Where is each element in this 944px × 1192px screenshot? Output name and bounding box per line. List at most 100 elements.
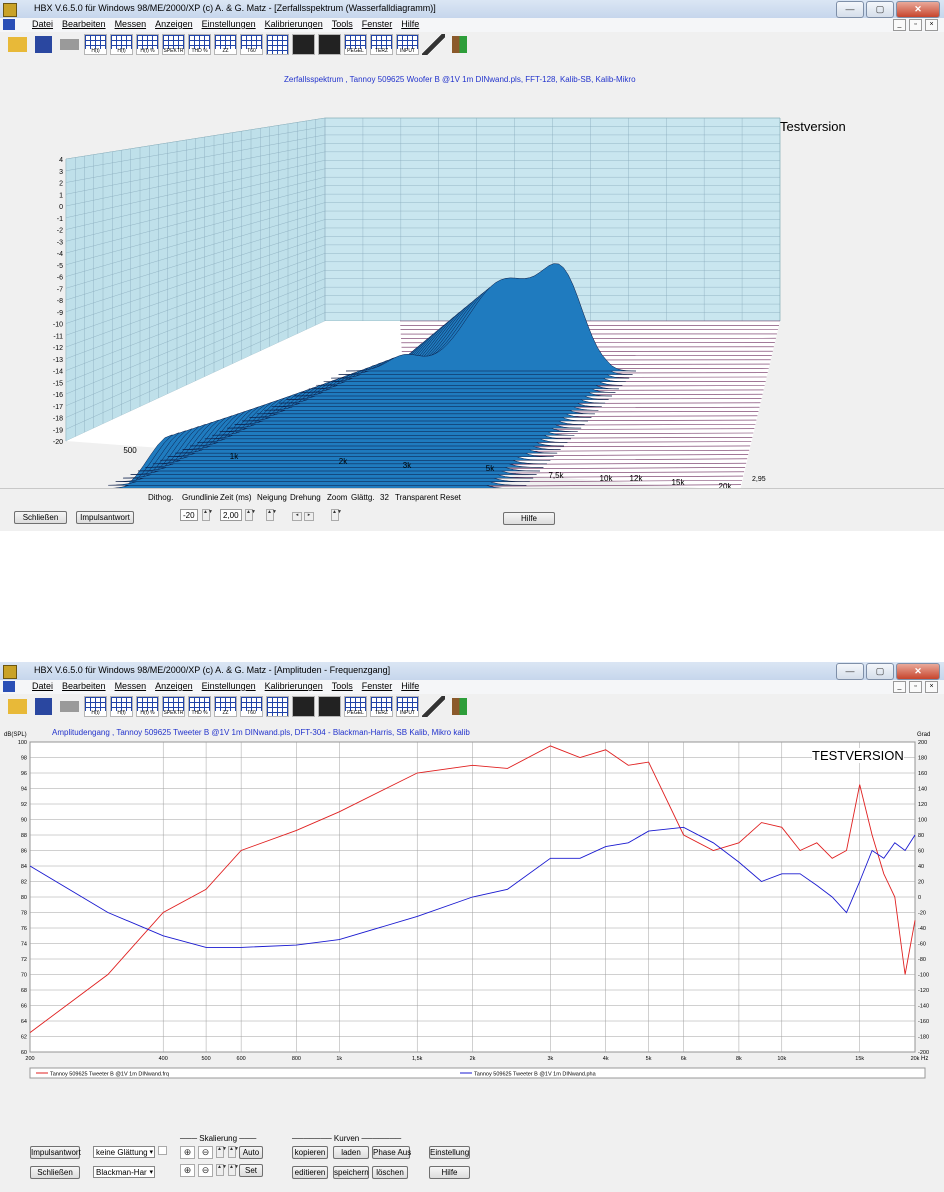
- rotate-right-button[interactable]: ▸: [304, 512, 314, 521]
- menu-tools[interactable]: Tools: [332, 19, 353, 29]
- window-select[interactable]: Blackman-Har ▾: [93, 1166, 155, 1178]
- t60-button[interactable]: T60: [240, 695, 263, 717]
- help-button[interactable]: Hilfe: [429, 1166, 470, 1179]
- load-button[interactable]: laden: [333, 1146, 369, 1159]
- rotate-left-button[interactable]: ◂: [292, 512, 302, 521]
- save-button[interactable]: [32, 34, 55, 55]
- tilt-spinner[interactable]: ▲▼: [266, 509, 277, 521]
- phase-off-button[interactable]: Phase Aus: [372, 1146, 411, 1159]
- scale-down-button[interactable]: ▲▼: [216, 1164, 227, 1176]
- zoom-spinner[interactable]: ▲▼: [331, 509, 342, 521]
- mdi-minimize-button[interactable]: _: [893, 19, 906, 31]
- impulse-response-button[interactable]: Impulsantwort: [76, 511, 134, 524]
- input-button[interactable]: INPUT: [396, 33, 419, 55]
- delete-button[interactable]: löschen: [372, 1166, 408, 1179]
- spectrum-button[interactable]: SPEKTR: [162, 695, 185, 717]
- open-folder-button[interactable]: [6, 34, 29, 55]
- baseline-spinner[interactable]: ▲▼: [202, 509, 213, 521]
- microphone-button[interactable]: [422, 695, 445, 717]
- maximize-button[interactable]: ▢: [866, 1, 894, 18]
- menu-fenster[interactable]: Fenster: [362, 681, 393, 691]
- print-button[interactable]: [58, 34, 81, 55]
- scale-shift-button[interactable]: ▲▼: [228, 1146, 239, 1158]
- zoom-out-button-2[interactable]: ⊖: [198, 1164, 213, 1177]
- thd-button[interactable]: H(f) %: [136, 33, 159, 55]
- maximize-button[interactable]: ▢: [866, 663, 894, 680]
- frequency-button[interactable]: H(f): [110, 695, 133, 717]
- auto-button[interactable]: Auto: [239, 1146, 263, 1159]
- close-button[interactable]: Schließen: [30, 1166, 80, 1179]
- menu-datei[interactable]: Datei: [32, 19, 53, 29]
- menu-datei[interactable]: Datei: [32, 681, 53, 691]
- thd-percent-button[interactable]: THD %: [188, 695, 211, 717]
- mdi-restore-button[interactable]: ▫: [909, 681, 922, 693]
- t60-button[interactable]: T60: [240, 33, 263, 55]
- thd-percent-button[interactable]: THD %: [188, 33, 211, 55]
- impulse-button[interactable]: H(t): [84, 33, 107, 55]
- menu-anzeigen[interactable]: Anzeigen: [155, 19, 193, 29]
- smoothing-checkbox[interactable]: [158, 1146, 167, 1155]
- thd-button[interactable]: H(f) %: [136, 695, 159, 717]
- polar-button[interactable]: [266, 33, 289, 55]
- polar-button[interactable]: [266, 695, 289, 717]
- menu-hilfe[interactable]: Hilfe: [401, 19, 419, 29]
- time-spinner[interactable]: ▲▼: [245, 509, 256, 521]
- menu-kalibrierungen[interactable]: Kalibrierungen: [265, 19, 323, 29]
- menu-bearbeiten[interactable]: Bearbeiten: [62, 19, 106, 29]
- mdi-close-button[interactable]: ×: [925, 19, 938, 31]
- menu-einstellungen[interactable]: Einstellungen: [202, 19, 256, 29]
- level-button[interactable]: PEGEL: [344, 33, 367, 55]
- menu-fenster[interactable]: Fenster: [362, 19, 393, 29]
- menu-anzeigen[interactable]: Anzeigen: [155, 681, 193, 691]
- settings-button[interactable]: Einstellung: [429, 1146, 470, 1159]
- menu-messen[interactable]: Messen: [115, 19, 147, 29]
- impedance-button[interactable]: ZZ: [214, 695, 237, 717]
- help-button[interactable]: Hilfe: [503, 512, 555, 525]
- scale-shift-button-2[interactable]: ▲▼: [228, 1164, 239, 1176]
- frequency-button[interactable]: H(f): [110, 33, 133, 55]
- save-button[interactable]: [32, 696, 55, 717]
- menu-tools[interactable]: Tools: [332, 681, 353, 691]
- spectrum-bars-button[interactable]: [318, 33, 341, 55]
- set-button[interactable]: Set: [239, 1164, 263, 1177]
- oscilloscope-button[interactable]: [292, 33, 315, 55]
- close-button[interactable]: Schließen: [14, 511, 67, 524]
- impedance-button[interactable]: ZZ: [214, 33, 237, 55]
- smoothing-select[interactable]: keine Glättung ▾: [93, 1146, 155, 1158]
- close-window-button[interactable]: ✕: [896, 1, 940, 18]
- third-octave-button[interactable]: TERZ: [370, 695, 393, 717]
- edit-button[interactable]: editieren: [292, 1166, 328, 1179]
- impulse-button[interactable]: H(t): [84, 695, 107, 717]
- spectrum-bars-button[interactable]: [318, 695, 341, 717]
- mdi-minimize-button[interactable]: _: [893, 681, 906, 693]
- menu-kalibrierungen[interactable]: Kalibrierungen: [265, 681, 323, 691]
- minimize-button[interactable]: —: [836, 663, 864, 680]
- time-input[interactable]: 2,00: [220, 509, 242, 521]
- save-button[interactable]: speichern: [333, 1166, 369, 1179]
- menu-einstellungen[interactable]: Einstellungen: [202, 681, 256, 691]
- third-octave-button[interactable]: TERZ: [370, 33, 393, 55]
- zoom-in-button[interactable]: ⊕: [180, 1146, 195, 1159]
- exit-button[interactable]: [448, 34, 471, 55]
- menu-bearbeiten[interactable]: Bearbeiten: [62, 681, 106, 691]
- mdi-restore-button[interactable]: ▫: [909, 19, 922, 31]
- impulse-response-button[interactable]: Impulsantwort: [30, 1146, 81, 1159]
- open-folder-button[interactable]: [6, 696, 29, 717]
- input-button[interactable]: INPUT: [396, 695, 419, 717]
- microphone-button[interactable]: [422, 33, 445, 55]
- spectrum-button[interactable]: SPEKTR: [162, 33, 185, 55]
- baseline-input[interactable]: -20: [180, 509, 198, 521]
- mdi-close-button[interactable]: ×: [925, 681, 938, 693]
- print-button[interactable]: [58, 696, 81, 717]
- copy-button[interactable]: kopieren: [292, 1146, 328, 1159]
- exit-button[interactable]: [448, 696, 471, 717]
- menu-messen[interactable]: Messen: [115, 681, 147, 691]
- oscilloscope-button[interactable]: [292, 695, 315, 717]
- scale-up-button[interactable]: ▲▼: [216, 1146, 227, 1158]
- zoom-in-button-2[interactable]: ⊕: [180, 1164, 195, 1177]
- close-window-button[interactable]: ✕: [896, 663, 940, 680]
- level-button[interactable]: PEGEL: [344, 695, 367, 717]
- zoom-out-button[interactable]: ⊖: [198, 1146, 213, 1159]
- menu-hilfe[interactable]: Hilfe: [401, 681, 419, 691]
- minimize-button[interactable]: —: [836, 1, 864, 18]
